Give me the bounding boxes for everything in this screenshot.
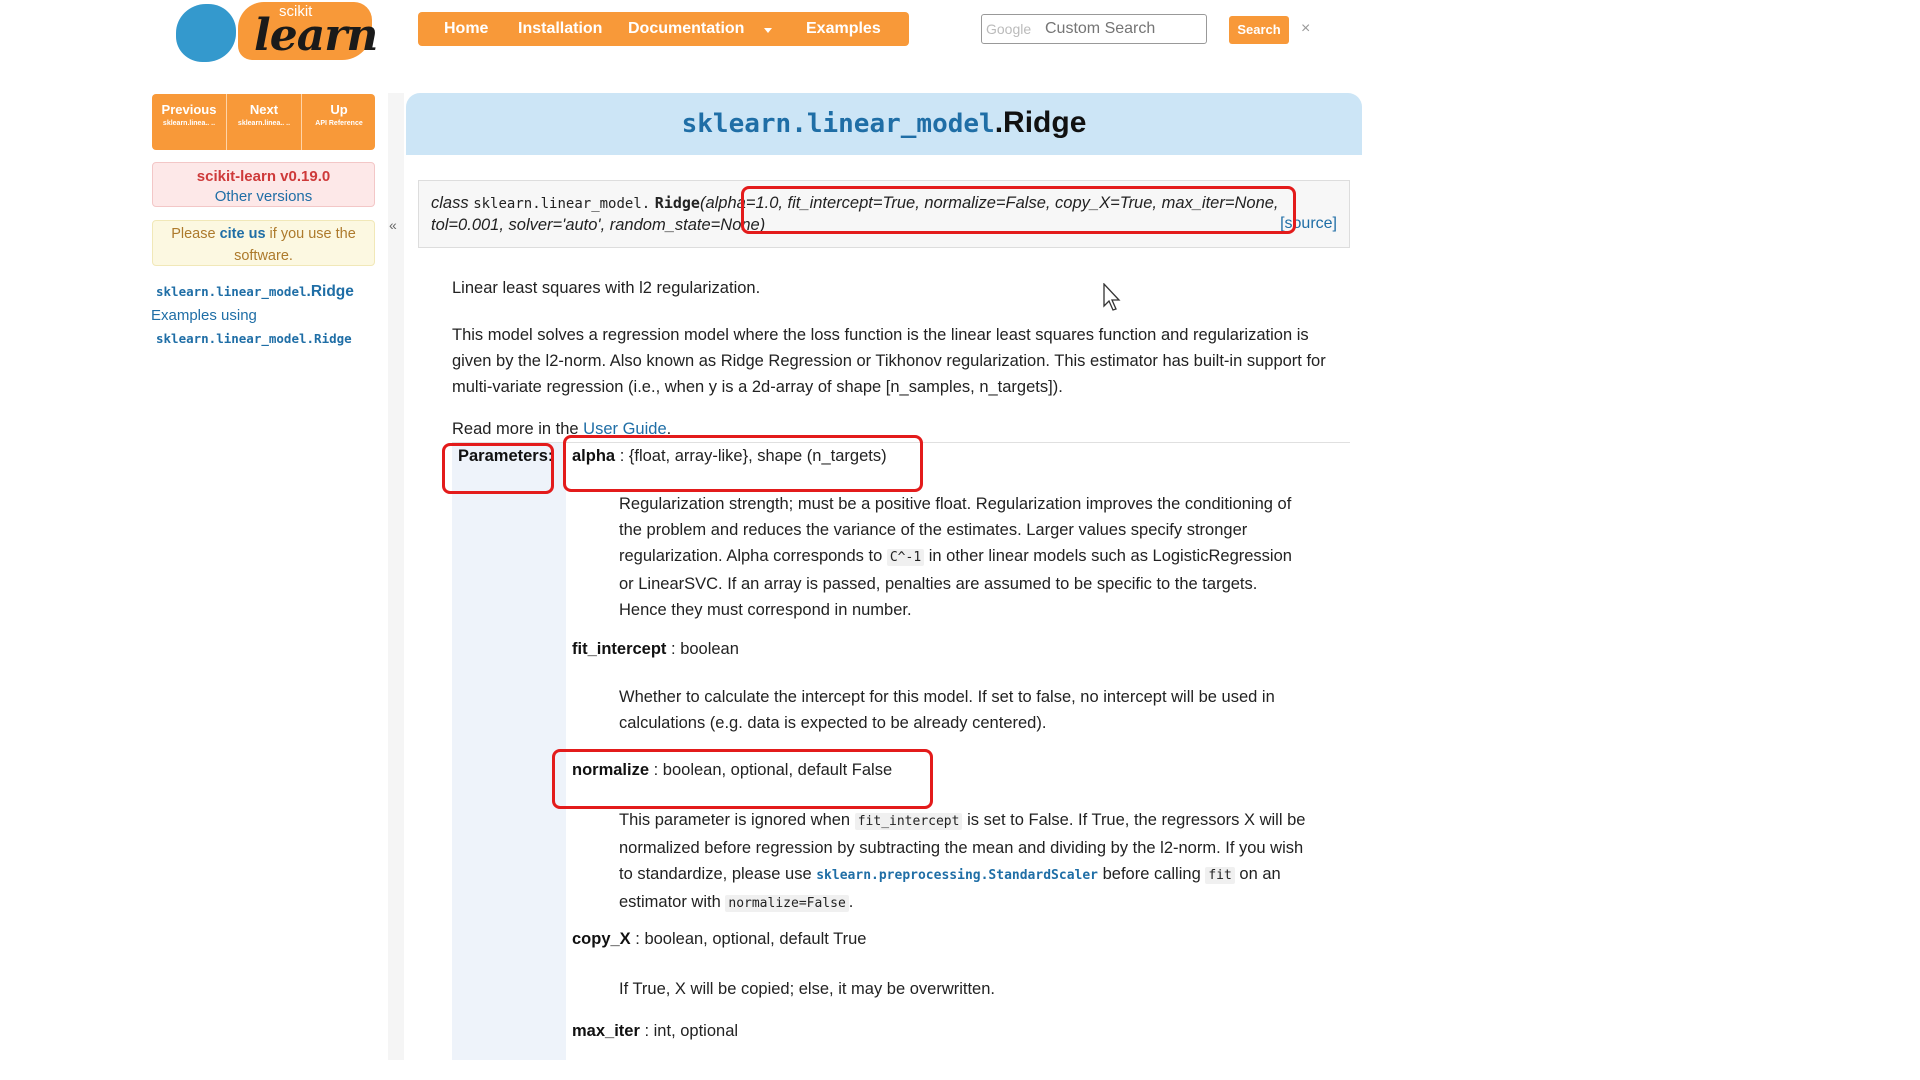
summary-text: Linear least squares with l2 regularizat…	[452, 279, 761, 297]
param-copy-desc: If True, X will be copied; else, it may …	[619, 980, 995, 998]
cite-us-link[interactable]: cite us	[220, 226, 266, 242]
sidebar-link-examples-ridge[interactable]: sklearn.linear_model.Ridge	[156, 331, 352, 346]
sidebar-link-class: .Ridge	[306, 283, 354, 300]
nav-installation[interactable]: Installation	[518, 20, 602, 38]
sig-path: sklearn.linear_model.	[473, 196, 651, 212]
up-label: Up	[330, 102, 348, 117]
sidebar-link-examples[interactable]: Examples using	[151, 307, 257, 324]
mouse-cursor-icon	[1103, 283, 1121, 311]
next-sub: sklearn.linea.. ..	[237, 120, 291, 127]
param-normalize-desc: This parameter is ignored when fit_inter…	[619, 807, 1309, 917]
related-nav: Previous sklearn.linea.. .. Next sklearn…	[152, 94, 375, 150]
title-class: .Ridge	[994, 106, 1087, 139]
cite-pre: Please	[171, 226, 216, 242]
up-button[interactable]: Up API Reference	[302, 94, 375, 150]
next-label: Next	[249, 102, 279, 117]
highlight-box-parameters	[442, 443, 554, 494]
search-input[interactable]	[1045, 20, 1195, 38]
previous-sub: sklearn.linea.. ..	[162, 120, 216, 127]
nav-home[interactable]: Home	[444, 20, 488, 38]
nav-examples[interactable]: Examples	[806, 20, 881, 38]
sig-params-2: tol=0.001, solver='auto', random_state=N…	[431, 216, 766, 234]
param-max-iter: max_iter : int, optional	[572, 1022, 738, 1041]
param-maxiter-type: : int, optional	[639, 1022, 739, 1040]
description-text: This model solves a regression model whe…	[452, 326, 1326, 396]
collapse-icon[interactable]: «	[389, 217, 397, 233]
normalize-desc-part: This parameter is ignored when	[619, 811, 851, 829]
param-copy-name: copy_X	[572, 930, 631, 948]
up-sub: API Reference	[315, 120, 363, 127]
read-more-pre: Read more in the	[452, 420, 579, 438]
code-snippet: fit_intercept	[854, 813, 963, 830]
parameters-column	[452, 443, 566, 1060]
highlight-box-alpha	[563, 435, 923, 492]
search-box[interactable]: Google	[981, 14, 1207, 44]
standard-scaler-link[interactable]: sklearn.preprocessing.StandardScaler	[816, 868, 1098, 883]
param-maxiter-name: max_iter	[572, 1022, 640, 1040]
sig-name: Ridge	[654, 194, 700, 212]
previous-label: Previous	[161, 102, 217, 117]
logo-learn-text: learn	[254, 10, 378, 61]
param-fit-intercept: fit_intercept : boolean	[572, 640, 739, 659]
param-copy-type: : boolean, optional, default True	[630, 930, 867, 948]
other-versions-link[interactable]: Other versions	[153, 188, 374, 205]
title-module: sklearn.linear_model	[681, 109, 995, 139]
cite-box: Please cite us if you use the software.	[152, 220, 375, 266]
param-alpha-desc: Regularization strength; must be a posit…	[619, 491, 1309, 623]
logo-circle[interactable]	[176, 4, 236, 62]
normalize-desc-part: before calling	[1102, 865, 1201, 883]
chevron-down-icon[interactable]	[764, 28, 772, 33]
highlight-box-normalize	[552, 749, 933, 809]
top-nav: Home Installation Documentation Examples	[418, 12, 909, 46]
param-fit-desc: Whether to calculate the intercept for t…	[619, 688, 1275, 732]
sidebar-link-module: sklearn.linear_model	[156, 284, 307, 299]
code-snippet: fit	[1205, 867, 1235, 884]
param-fit-name: fit_intercept	[572, 640, 667, 658]
clear-icon[interactable]: ×	[1301, 20, 1310, 38]
title-band: sklearn.linear_model.Ridge	[406, 93, 1362, 155]
sidebar-link-ridge[interactable]: sklearn.linear_model.Ridge	[156, 283, 354, 301]
normalize-desc-part: .	[848, 893, 854, 911]
search-button[interactable]: Search	[1229, 16, 1289, 44]
sig-keyword: class	[431, 194, 469, 212]
param-fit-type: : boolean	[666, 640, 739, 658]
highlight-box-signature	[741, 186, 1296, 234]
code-snippet: C^-1	[886, 549, 925, 566]
google-watermark: Google	[986, 21, 1032, 37]
version-label: scikit-learn v0.19.0	[196, 168, 331, 185]
previous-button[interactable]: Previous sklearn.linea.. ..	[152, 94, 226, 150]
code-snippet: normalize=False	[725, 895, 849, 912]
page-title: sklearn.linear_model.Ridge	[406, 93, 1362, 140]
version-box: scikit-learn v0.19.0 Other versions	[152, 162, 375, 207]
sidebar-collapse-bar[interactable]	[388, 93, 404, 1060]
nav-documentation[interactable]: Documentation	[628, 20, 744, 38]
next-button[interactable]: Next sklearn.linea.. ..	[227, 94, 301, 150]
param-copy-x: copy_X : boolean, optional, default True	[572, 930, 866, 949]
